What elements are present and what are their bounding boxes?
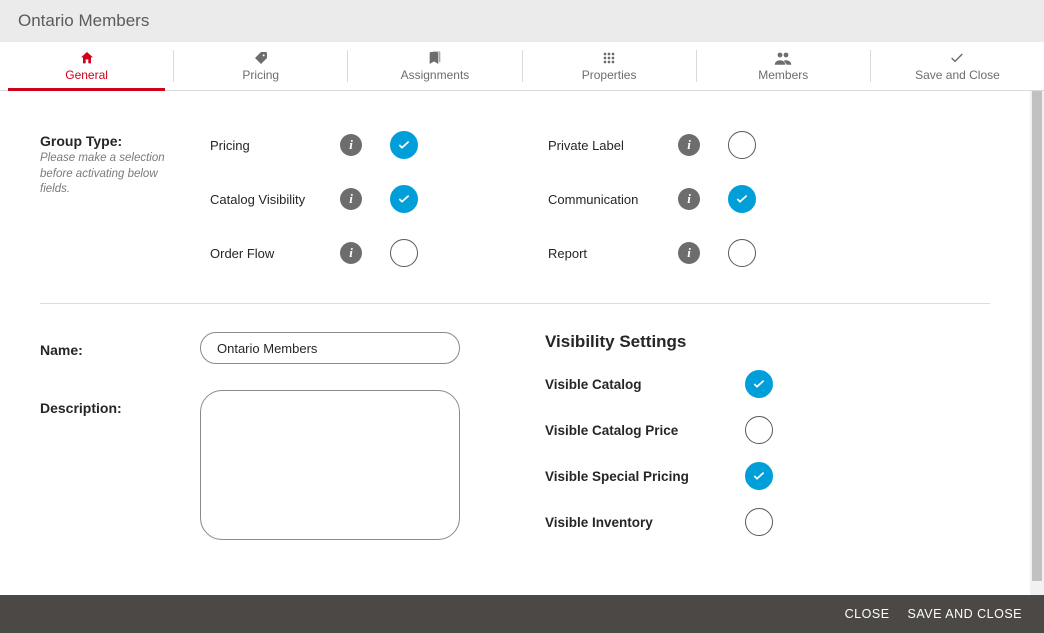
group-type-section: Group Type: Please make a selection befo… [40, 131, 990, 267]
group-type-toggle-private-label[interactable] [728, 131, 756, 159]
grid-icon [601, 50, 617, 66]
visibility-label: Visible Inventory [545, 515, 745, 530]
visibility-toggle-visible-special-pricing[interactable] [745, 462, 773, 490]
info-icon[interactable]: i [678, 188, 700, 210]
people-icon [774, 50, 792, 66]
page-title: Ontario Members [18, 11, 149, 31]
name-input[interactable] [200, 332, 460, 364]
visibility-list: Visible Catalog Visible Catalog Price Visi… [545, 370, 990, 536]
visibility-toggle-visible-inventory[interactable] [745, 508, 773, 536]
group-type-label: Order Flow [210, 246, 340, 261]
tab-properties[interactable]: Properties [523, 42, 696, 90]
visibility-row: Visible Catalog Price [545, 416, 990, 444]
description-textarea[interactable] [200, 390, 460, 540]
group-type-options: PricingiPrivate LabeliCatalog Visibility… [210, 131, 756, 267]
home-icon [79, 50, 95, 66]
tab-label: Pricing [242, 68, 279, 82]
scrollbar[interactable] [1030, 91, 1044, 595]
tab-pricing[interactable]: Pricing [174, 42, 347, 90]
group-type-toggle-communication[interactable] [728, 185, 756, 213]
tab-save-and-close[interactable]: Save and Close [871, 42, 1044, 90]
group-type-row: Private Labeli [548, 131, 756, 159]
group-type-toggle-order-flow[interactable] [390, 239, 418, 267]
tab-label: Members [758, 68, 808, 82]
description-label: Description: [40, 390, 200, 416]
tab-members[interactable]: Members [697, 42, 870, 90]
group-type-label: Report [548, 246, 678, 261]
tab-label: Assignments [401, 68, 470, 82]
group-type-toggle-catalog-visibility[interactable] [390, 185, 418, 213]
tab-label: Properties [582, 68, 637, 82]
visibility-toggle-visible-catalog[interactable] [745, 370, 773, 398]
group-type-title: Group Type: [40, 133, 170, 149]
scrollbar-thumb[interactable] [1032, 91, 1042, 581]
tab-label: Save and Close [915, 68, 1000, 82]
group-type-toggle-report[interactable] [728, 239, 756, 267]
info-icon[interactable]: i [340, 188, 362, 210]
group-type-toggle-pricing[interactable] [390, 131, 418, 159]
visibility-settings-title: Visibility Settings [545, 332, 990, 352]
tab-label: General [65, 68, 108, 82]
name-label: Name: [40, 332, 200, 358]
group-type-row: Pricingi [210, 131, 418, 159]
group-type-row: Communicationi [548, 185, 756, 213]
tag-icon [253, 50, 269, 66]
close-button[interactable]: CLOSE [845, 607, 890, 621]
visibility-row: Visible Catalog [545, 370, 990, 398]
footer-bar: CLOSE SAVE AND CLOSE [0, 595, 1044, 633]
info-icon[interactable]: i [678, 134, 700, 156]
check-icon [949, 50, 965, 66]
visibility-row: Visible Special Pricing [545, 462, 990, 490]
group-type-row: Catalog Visibilityi [210, 185, 418, 213]
bookmark-icon [427, 50, 443, 66]
group-type-subtitle: Please make a selection before activatin… [40, 151, 170, 198]
info-icon[interactable]: i [340, 242, 362, 264]
tab-general[interactable]: General [0, 42, 173, 90]
visibility-row: Visible Inventory [545, 508, 990, 536]
tab-bar: General Pricing Assignments Properties Membe… [0, 42, 1044, 91]
section-divider [40, 303, 990, 304]
group-type-label: Pricing [210, 138, 340, 153]
visibility-toggle-visible-catalog-price[interactable] [745, 416, 773, 444]
group-type-label: Private Label [548, 138, 678, 153]
group-type-label: Communication [548, 192, 678, 207]
save-and-close-button[interactable]: SAVE AND CLOSE [908, 607, 1022, 621]
visibility-label: Visible Special Pricing [545, 469, 745, 484]
title-bar: Ontario Members [0, 0, 1044, 42]
info-icon[interactable]: i [340, 134, 362, 156]
group-type-row: Reporti [548, 239, 756, 267]
group-type-label: Catalog Visibility [210, 192, 340, 207]
visibility-label: Visible Catalog [545, 377, 745, 392]
info-icon[interactable]: i [678, 242, 700, 264]
tab-assignments[interactable]: Assignments [348, 42, 521, 90]
group-type-row: Order Flowi [210, 239, 418, 267]
content-area: Group Type: Please make a selection befo… [0, 91, 1030, 595]
visibility-label: Visible Catalog Price [545, 423, 745, 438]
